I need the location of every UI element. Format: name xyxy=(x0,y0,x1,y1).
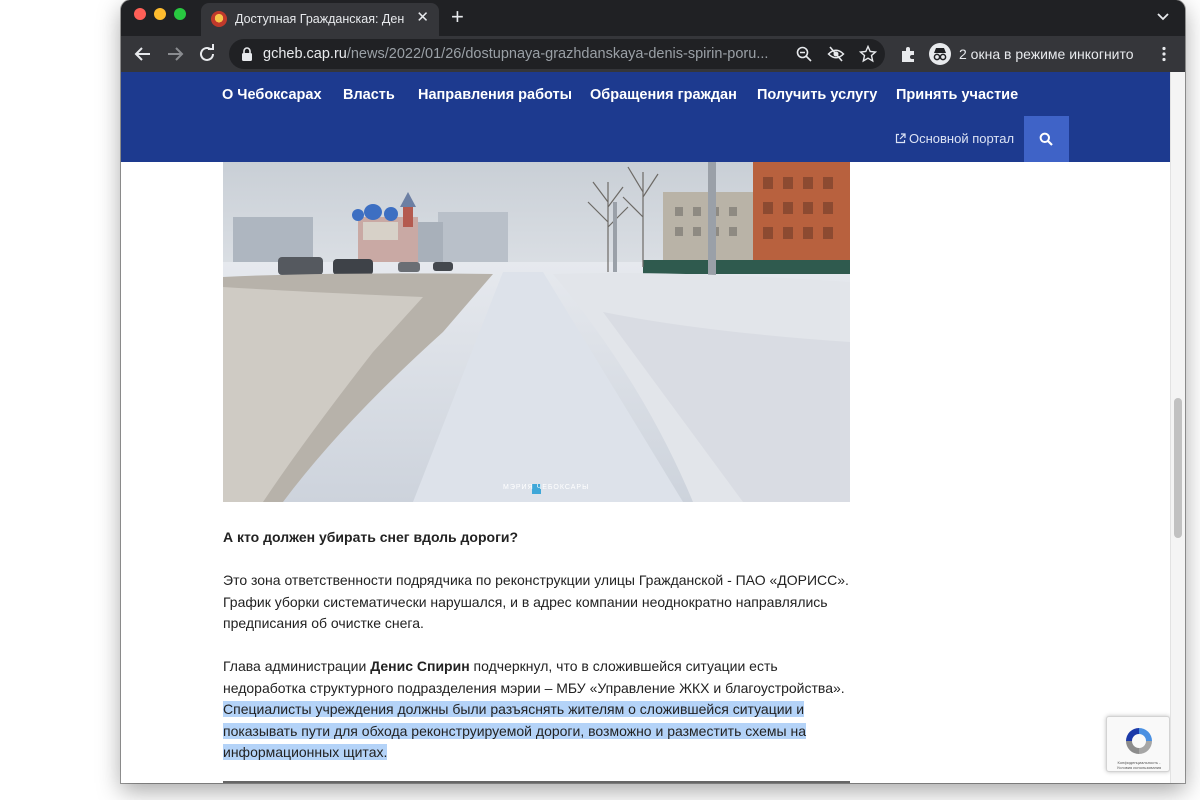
recaptcha-badge[interactable]: Конфиденциальность - Условия использован… xyxy=(1106,716,1170,772)
url-host: gcheb.cap.ru xyxy=(263,46,347,62)
recaptcha-terms[interactable]: Конфиденциальность - Условия использован… xyxy=(1110,760,1168,770)
incognito-label: 2 окна в режиме инкогнито xyxy=(959,46,1134,62)
recaptcha-icon xyxy=(1126,728,1152,754)
page-scrollbar[interactable] xyxy=(1170,72,1185,783)
back-icon[interactable] xyxy=(131,42,155,66)
tab-title: Доступная Гражданская: Денис Спирин пору… xyxy=(235,12,405,26)
nav-item-government[interactable]: Власть xyxy=(343,87,395,103)
nav-item-get-service[interactable]: Получить услугу xyxy=(757,87,877,103)
article-paragraph-2: Глава администрации Денис Спирин подчерк… xyxy=(223,656,850,764)
site-favicon-icon xyxy=(211,11,227,27)
main-portal-label: Основной портал xyxy=(909,131,1015,146)
eye-off-icon[interactable] xyxy=(827,45,845,63)
star-icon[interactable] xyxy=(859,45,877,63)
tab-search-chevron-icon[interactable] xyxy=(1155,8,1171,24)
nav-item-participate[interactable]: Принять участие xyxy=(896,87,1018,103)
search-icon xyxy=(1039,132,1053,146)
p2-lead: Глава администрации xyxy=(223,658,371,674)
nav-item-about[interactable]: О Чебоксарах xyxy=(222,87,322,103)
browser-tab-active[interactable]: Доступная Гражданская: Денис Спирин пору… xyxy=(201,3,439,36)
address-bar[interactable]: gcheb.cap.ru/news/2022/01/26/dostupnaya-… xyxy=(229,39,885,69)
article-paragraph-1: Это зона ответственности подрядчика по р… xyxy=(223,572,849,632)
browser-toolbar: gcheb.cap.ru/news/2022/01/26/dostupnaya-… xyxy=(121,36,1185,72)
article-question: А кто должен убирать снег вдоль дороги? xyxy=(223,529,519,545)
scrollbar-thumb[interactable] xyxy=(1174,398,1182,538)
forward-icon[interactable] xyxy=(163,42,187,66)
lock-icon[interactable] xyxy=(241,47,253,61)
selected-text[interactable]: Специалисты учреждения должны были разъя… xyxy=(223,701,806,761)
menu-icon[interactable] xyxy=(1155,45,1173,63)
next-content-edge xyxy=(223,781,850,783)
person-name: Денис Спирин xyxy=(370,658,470,674)
web-page: О Чебоксарах Власть Направления работы О… xyxy=(121,72,1170,783)
extensions-icon[interactable] xyxy=(899,45,917,63)
tab-bar: Доступная Гражданская: Денис Спирин пору… xyxy=(121,0,1185,36)
maximize-window-button[interactable] xyxy=(174,8,186,20)
minimize-window-button[interactable] xyxy=(154,8,166,20)
browser-window: Доступная Гражданская: Денис Спирин пору… xyxy=(121,0,1185,783)
new-tab-button[interactable]: + xyxy=(451,5,464,29)
nav-item-citizen-appeals[interactable]: Обращения граждан xyxy=(590,87,737,103)
url-path: /news/2022/01/26/dostupnaya-grazhdanskay… xyxy=(346,46,769,62)
close-window-button[interactable] xyxy=(134,8,146,20)
main-portal-link[interactable]: Основной портал xyxy=(895,131,1014,146)
incognito-indicator[interactable]: 2 окна в режиме инкогнито xyxy=(929,41,1134,67)
site-search-button[interactable] xyxy=(1024,116,1069,162)
photo-watermark: МЭРИЯ ЧЕБОКСАРЫ xyxy=(503,484,590,491)
external-link-icon xyxy=(895,133,906,144)
article-photo: МЭРИЯ ЧЕБОКСАРЫ xyxy=(223,162,850,502)
nav-item-work-areas[interactable]: Направления работы xyxy=(418,87,572,103)
zoom-icon[interactable] xyxy=(795,45,813,63)
url-text[interactable]: gcheb.cap.ru/news/2022/01/26/dostupnaya-… xyxy=(263,46,783,62)
incognito-icon xyxy=(929,43,951,65)
reload-icon[interactable] xyxy=(195,42,219,66)
site-navigation: О Чебоксарах Власть Направления работы О… xyxy=(121,72,1170,162)
tab-close-icon[interactable]: ✕ xyxy=(416,9,429,27)
